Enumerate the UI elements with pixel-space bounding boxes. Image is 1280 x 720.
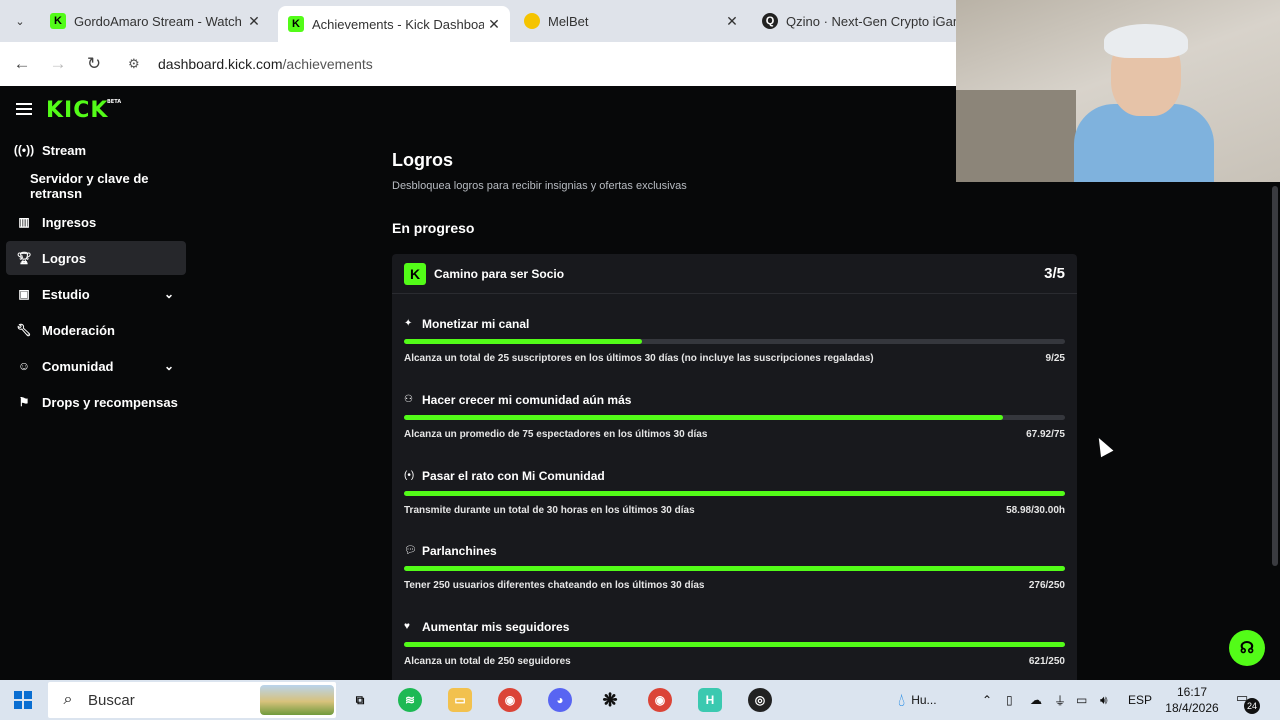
- trophy-icon: 🏆︎: [16, 251, 32, 265]
- browser-tab[interactable]: MelBet ✕: [514, 6, 748, 36]
- progress-track: [404, 642, 1065, 647]
- sidebar: KICK BETA ((•)) Stream Servidor y clave d…: [0, 86, 200, 680]
- file-explorer-icon[interactable]: ▭: [448, 688, 472, 712]
- community-icon: ☺: [17, 359, 31, 373]
- webcam-person-hair: [1104, 24, 1188, 58]
- close-icon[interactable]: ✕: [722, 13, 742, 30]
- weather-widget[interactable]: 💧︎ Hu...: [898, 680, 937, 720]
- sidebar-item-stream[interactable]: ((•)) Stream: [6, 133, 186, 167]
- sidebar-item-server-key[interactable]: Servidor y clave de retransn: [6, 169, 196, 203]
- heart-icon: ♥: [404, 621, 410, 632]
- search-highlight-image: [260, 685, 334, 715]
- progress-fill: [404, 415, 1003, 420]
- spotify-icon[interactable]: ≋: [398, 688, 422, 712]
- windows-taskbar: ⌕ Buscar ⧉ ≋ ▭ ◉ ◕ ❋ ◉ H ◎ 💧︎ Hu... ⌃ ▯ …: [0, 680, 1280, 720]
- sidebar-item-drops[interactable]: ⚑ Drops y recompensas: [6, 385, 186, 419]
- windows-start-icon[interactable]: [14, 691, 32, 709]
- chrome-icon[interactable]: ◉: [498, 688, 522, 712]
- page-subtitle: Desbloquea logros para recibir insignias…: [392, 180, 687, 192]
- network-icon[interactable]: ▭: [1076, 680, 1087, 720]
- url-bar[interactable]: ⚙ dashboard.kick.com/achievements: [120, 48, 956, 80]
- tray-usb-icon[interactable]: ⏚: [1054, 680, 1066, 720]
- tab-search-icon[interactable]: ⌄: [8, 9, 32, 33]
- search-icon: ⌕: [63, 691, 73, 708]
- discord-icon[interactable]: ◕: [548, 688, 572, 712]
- kick-icon: K: [404, 263, 426, 285]
- kick-icon: K: [288, 16, 304, 32]
- kick-icon: K: [50, 13, 66, 29]
- progress-track: [404, 566, 1065, 571]
- chrome-active-icon[interactable]: ◉: [648, 688, 672, 712]
- webcam-background: [956, 90, 1076, 182]
- site-info-icon[interactable]: ⚙: [128, 56, 152, 72]
- sidebar-item-logros[interactable]: 🏆︎ Logros: [6, 241, 186, 275]
- tray-expand-icon[interactable]: ⌃: [982, 680, 992, 720]
- scrollbar[interactable]: [1272, 186, 1278, 566]
- sidebar-item-estudio[interactable]: ▣ Estudio ⌄: [6, 277, 186, 311]
- wrench-icon: 🔧︎: [16, 323, 32, 337]
- sidebar-item-ingresos[interactable]: ▥ Ingresos: [6, 205, 186, 239]
- browser-tab[interactable]: Q Qzino · Next-Gen Crypto iGami: [752, 6, 956, 36]
- chat-icon: 💬︎: [404, 545, 417, 556]
- achievement-item: ✦ Monetizar mi canal Alcanza un total de…: [404, 317, 1065, 364]
- progress-fill: [404, 642, 1065, 647]
- headset-icon: ☊: [1239, 640, 1255, 657]
- system-clock[interactable]: 16:17 18/4/2026: [1160, 684, 1224, 716]
- tray-device-icon[interactable]: ▯: [1006, 680, 1013, 720]
- progress-track: [404, 415, 1065, 420]
- sidebar-item-moderacion[interactable]: 🔧︎ Moderación: [6, 313, 186, 347]
- progress-fill: [404, 491, 1065, 496]
- back-icon[interactable]: ←: [10, 52, 34, 76]
- reload-icon[interactable]: ↻: [82, 52, 106, 76]
- kick-logo[interactable]: KICK BETA: [46, 98, 121, 123]
- users-icon: ⚇: [404, 394, 413, 405]
- notification-icon[interactable]: ▭ 24: [1236, 690, 1260, 714]
- obs-icon[interactable]: ◎: [748, 688, 772, 712]
- progress-fill: [404, 339, 642, 344]
- sidebar-item-comunidad[interactable]: ☺ Comunidad ⌄: [6, 349, 186, 383]
- broadcast-icon: (•): [404, 470, 415, 481]
- webcam-overlay: [956, 0, 1280, 182]
- close-icon[interactable]: ✕: [484, 16, 504, 33]
- section-title: En progreso: [392, 220, 475, 236]
- achievement-card: K Camino para ser Socio 3/5 ✦ Monetizar …: [392, 254, 1077, 694]
- language-indicator[interactable]: ESP: [1128, 680, 1152, 720]
- progress-track: [404, 339, 1065, 344]
- tray-cloud-icon[interactable]: ☁: [1030, 680, 1042, 720]
- forward-icon[interactable]: →: [46, 52, 70, 76]
- progress-count: 3/5: [1044, 265, 1065, 282]
- app-icon[interactable]: H: [698, 688, 722, 712]
- chart-icon: ▥: [18, 215, 30, 229]
- achievement-item: 💬︎ Parlanchines Tener 250 usuarios difer…: [404, 544, 1065, 591]
- broadcast-icon: ((•)): [13, 143, 35, 157]
- page-title: Logros: [392, 150, 453, 170]
- menu-icon[interactable]: [16, 103, 32, 115]
- progress-fill: [404, 566, 1065, 571]
- browser-tab-active[interactable]: K Achievements - Kick Dashboard ✕: [278, 6, 510, 42]
- card-header[interactable]: K Camino para ser Socio 3/5: [392, 254, 1077, 294]
- achievement-item: ⚇ Hacer crecer mi comunidad aún más Alca…: [404, 393, 1065, 440]
- close-icon[interactable]: ✕: [244, 13, 264, 30]
- support-chat-button[interactable]: ☊: [1229, 630, 1265, 666]
- water-drop-icon: 💧︎: [898, 689, 906, 710]
- achievement-item: (•) Pasar el rato con Mi Comunidad Trans…: [404, 469, 1065, 516]
- chevron-down-icon: ⌄: [163, 359, 174, 373]
- progress-track: [404, 491, 1065, 496]
- mouse-cursor: [1092, 434, 1114, 458]
- qzino-icon: Q: [762, 13, 778, 29]
- volume-icon[interactable]: 🔊︎: [1100, 680, 1108, 720]
- gift-icon: ⚑: [18, 395, 30, 409]
- sparkle-icon: ✦: [404, 318, 413, 329]
- taskbar-search[interactable]: ⌕ Buscar: [48, 682, 336, 718]
- melbet-icon: [524, 13, 540, 29]
- chevron-down-icon: ⌄: [163, 287, 174, 301]
- browser-tab[interactable]: K GordoAmaro Stream - Watch Li ✕: [40, 6, 270, 36]
- task-view-icon[interactable]: ⧉: [348, 688, 372, 712]
- studio-icon: ▣: [18, 287, 30, 301]
- chatgpt-icon[interactable]: ❋: [598, 688, 622, 712]
